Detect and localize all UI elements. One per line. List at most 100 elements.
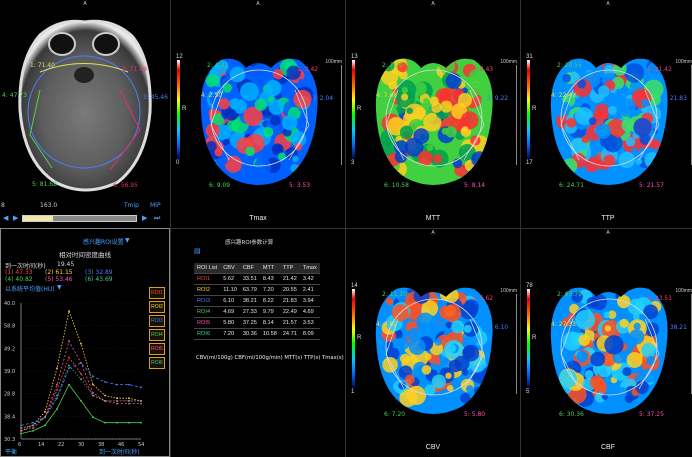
ct-source-pane[interactable]: A 1: 71.40 2: 71.89 4: 47.73 3: 45.46 5:…	[0, 0, 170, 228]
roi-name-cell: ROI3	[194, 295, 221, 307]
roi-tag-2: 2: 71.89	[122, 66, 147, 73]
data-point	[116, 421, 118, 424]
data-point	[44, 416, 46, 419]
x-tick-label: 6	[18, 442, 21, 448]
map-roi-tag-5: 5: 5.80	[464, 411, 486, 418]
table-header-row: ROI List CBV CBF MTT TTP Tmax	[194, 263, 320, 274]
play-icon[interactable]: ▶	[13, 214, 18, 222]
series-line-roi4	[20, 383, 141, 434]
chevron-down-icon[interactable]: ▼	[125, 237, 130, 244]
data-point	[32, 424, 34, 427]
roi-value-cell: 30.36	[239, 328, 260, 340]
table-row[interactable]: ROI1 5.62 33.51 8.43 21.42 3.42	[194, 273, 320, 285]
roi-name-cell: ROI2	[194, 284, 221, 296]
perfusion-map[interactable]	[521, 229, 692, 457]
roi-value-cell: 10.58	[259, 328, 280, 340]
end-frame-icon[interactable]: ⏭	[154, 214, 160, 223]
map-title: CBV	[425, 444, 441, 451]
map-pane-tmax[interactable]: A 12 R 0 100mm 2: 4.41 1: 3.42 4: 2.50 3…	[171, 0, 345, 228]
header-cell: ROI List	[194, 263, 221, 274]
roi-value-cell: 8.22	[259, 295, 280, 307]
x-axis-label[interactable]: 到一次时间(秒)	[99, 447, 140, 456]
data-point	[104, 380, 106, 383]
roi-name-cell: ROI1	[194, 273, 221, 285]
data-point	[92, 416, 94, 419]
table-row[interactable]: ROI5 5.80 37.25 8.14 21.57 3.53	[194, 317, 320, 329]
data-point	[32, 427, 34, 430]
table-row[interactable]: ROI6 7.20 30.36 10.58 24.71 8.09	[194, 328, 320, 340]
data-point	[20, 427, 22, 430]
roi-value-cell: 21.42	[279, 273, 300, 285]
roi-value-cell: 63.79	[239, 284, 260, 296]
header-cell: MTT	[259, 263, 280, 274]
table-row[interactable]: ROI3 6.10 38.21 8.22 21.83 3.94	[194, 295, 320, 307]
data-point	[56, 383, 58, 386]
roi-setting-dropdown[interactable]: 感兴趣ROI设置	[83, 237, 124, 246]
window-width: 163.0	[40, 202, 58, 209]
table-row[interactable]: ROI4 4.69 27.33 9.79 22.49 4.69	[194, 306, 320, 318]
perfusion-map[interactable]	[521, 0, 692, 228]
data-point	[116, 400, 118, 402]
perfusion-map[interactable]	[346, 229, 520, 457]
data-point	[44, 410, 46, 413]
map-roi-tag-2: 2: 7.20	[382, 62, 404, 69]
roi-value-cell: 8.14	[259, 317, 280, 329]
next-frame-icon[interactable]: ▶	[142, 214, 147, 222]
data-point	[128, 421, 130, 424]
data-point	[140, 421, 142, 424]
data-point	[128, 397, 130, 400]
perfusion-map[interactable]	[346, 0, 520, 228]
map-roi-tag-3: 3: 38.21	[662, 324, 687, 331]
prev-frame-icon[interactable]: ◀	[3, 214, 8, 222]
frame-slider-thumb[interactable]	[23, 216, 53, 221]
tmip-toggle[interactable]: Tmip	[124, 202, 139, 209]
map-pane-mtt[interactable]: A 13 R 3 100mm 2: 7.20 1: 8.43 4: 7.66 3…	[346, 0, 520, 228]
avg-label[interactable]: 平衡	[5, 447, 17, 456]
roi-value-cell: 5.80	[220, 317, 240, 329]
map-roi-tag-4: 4: 4.69	[376, 321, 398, 328]
header-cell: Tmax	[299, 263, 320, 274]
data-point	[56, 397, 58, 400]
roi-tag-3: 3: 45.46	[143, 94, 168, 101]
y-tick-label: 40.0	[4, 301, 15, 307]
map-roi-tag-1: 1: 21.42	[647, 66, 672, 73]
table-row[interactable]: ROI2 11.10 63.79 7.20 20.55 2.41	[194, 284, 320, 296]
data-point	[44, 424, 46, 427]
roi-value-cell: 33.51	[239, 273, 260, 285]
data-point	[92, 383, 94, 386]
x-tick-label: 22	[58, 442, 64, 448]
data-point	[56, 389, 58, 391]
roi-name-cell: ROI6	[194, 328, 221, 340]
roi-value-cell: 3.42	[299, 273, 320, 285]
frame-slider[interactable]	[22, 215, 137, 222]
series-line-roi5	[20, 340, 141, 432]
roi-value-cell: 27.33	[239, 306, 260, 318]
document-icon[interactable]: ▤	[194, 247, 201, 255]
map-pane-cbf[interactable]: A 78 R 5 100mm 2: 63.79 1: 33.51 4: 27.3…	[521, 229, 692, 457]
map-roi-tag-3: 3: 9.22	[487, 95, 509, 102]
y-tick-label: 49.2	[4, 346, 15, 352]
series-line-roi1	[20, 356, 141, 429]
data-point	[80, 400, 82, 402]
map-roi-tag-2: 2: 4.41	[207, 62, 229, 69]
map-pane-cbv[interactable]: A 14 R 1 100mm 2: 11.10 1: 5.62 4: 4.69 …	[346, 229, 520, 457]
roi-value-cell: 8.43	[259, 273, 280, 285]
map-roi-tag-5: 5: 8.14	[464, 182, 486, 189]
map-roi-tag-3: 3: 21.83	[662, 95, 687, 102]
data-point	[140, 402, 142, 405]
mip-toggle[interactable]: MIP	[150, 202, 161, 209]
data-point	[68, 383, 70, 386]
data-point	[80, 342, 82, 345]
map-pane-ttp[interactable]: A 31 R 17 100mm 2: 20.55 1: 21.42 4: 22.…	[521, 0, 692, 228]
perfusion-map[interactable]	[171, 0, 345, 228]
window-level: 8	[1, 202, 5, 209]
legend-item: (3) 32.89	[85, 269, 113, 276]
roi-value-cell: 5.62	[220, 273, 240, 285]
roi-value-cell: 21.57	[279, 317, 300, 329]
data-point	[92, 394, 94, 397]
map-roi-tag-2: 2: 63.79	[557, 291, 582, 298]
chevron-down-icon[interactable]: ▼	[57, 284, 62, 291]
map-roi-tag-2: 2: 11.10	[382, 291, 407, 298]
map-roi-tag-6: 6: 7.20	[384, 411, 406, 418]
roi-name-cell: ROI5	[194, 317, 221, 329]
